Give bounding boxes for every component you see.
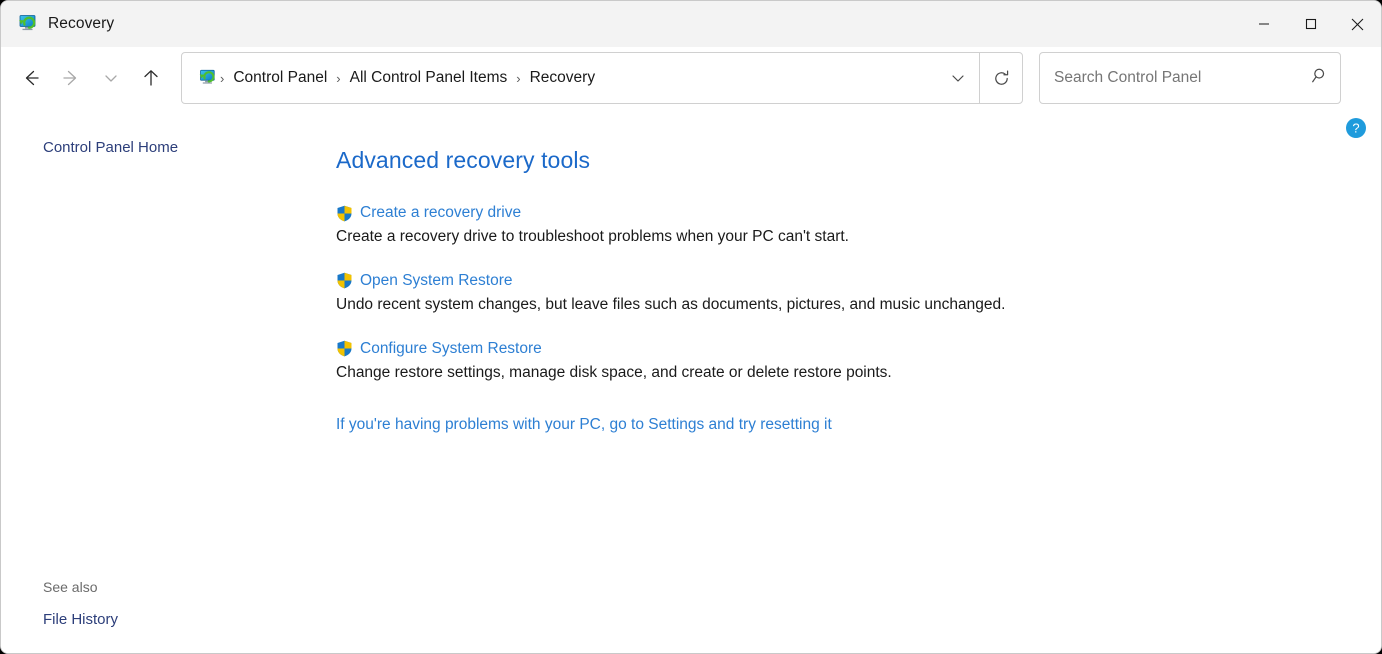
- sidebar: Control Panel Home See also File History: [1, 109, 323, 654]
- task-configure-system-restore: Configure System Restore Change restore …: [336, 340, 1381, 384]
- link-open-system-restore[interactable]: Open System Restore: [360, 272, 512, 290]
- address-bar-buttons: [937, 53, 1022, 103]
- forward-button[interactable]: [51, 58, 91, 98]
- history-dropdown-button[interactable]: [937, 53, 979, 103]
- back-arrow-icon: [20, 67, 42, 89]
- task-description: Undo recent system changes, but leave fi…: [336, 295, 1381, 316]
- link-reset-pc-settings[interactable]: If you're having problems with your PC, …: [336, 416, 1381, 434]
- breadcrumb-separator-1: ›: [333, 71, 343, 86]
- recovery-window: Recovery: [0, 0, 1382, 654]
- search-icon[interactable]: [1311, 66, 1330, 90]
- close-icon: [1351, 18, 1364, 31]
- breadcrumb-separator-2: ›: [513, 71, 523, 86]
- sidebar-item-control-panel-home[interactable]: Control Panel Home: [43, 139, 178, 156]
- address-bar[interactable]: › Control Panel › All Control Panel Item…: [181, 52, 1023, 104]
- link-configure-system-restore[interactable]: Configure System Restore: [360, 340, 542, 358]
- content-area: Control Panel Home See also File History…: [1, 109, 1381, 654]
- address-bar-recovery-icon: [195, 67, 217, 89]
- search-input[interactable]: [1054, 69, 1311, 87]
- chevron-down-icon: [102, 69, 120, 87]
- title-bar: Recovery: [1, 1, 1381, 47]
- page-title: Advanced recovery tools: [336, 147, 1381, 174]
- navigation-toolbar: › Control Panel › All Control Panel Item…: [1, 47, 1381, 109]
- recovery-icon: [14, 12, 38, 36]
- back-button[interactable]: [11, 58, 51, 98]
- breadcrumb-item-control-panel[interactable]: Control Panel: [227, 53, 333, 103]
- svg-text:?: ?: [1352, 121, 1359, 136]
- search-box[interactable]: [1039, 52, 1341, 104]
- see-also-section: See also File History: [43, 579, 118, 629]
- main-content: ? Advanced recovery tools Create a recov…: [323, 109, 1381, 654]
- task-description: Change restore settings, manage disk spa…: [336, 363, 1381, 384]
- maximize-icon: [1305, 18, 1317, 30]
- task-link-row: Configure System Restore: [336, 340, 1381, 358]
- task-open-system-restore: Open System Restore Undo recent system c…: [336, 272, 1381, 316]
- uac-shield-icon: [336, 272, 353, 289]
- title-bar-left: Recovery: [1, 12, 114, 36]
- close-button[interactable]: [1334, 1, 1381, 47]
- help-button[interactable]: ?: [1345, 117, 1367, 139]
- uac-shield-icon: [336, 340, 353, 357]
- task-description: Create a recovery drive to troubleshoot …: [336, 227, 1381, 248]
- breadcrumb-separator-0: ›: [217, 71, 227, 86]
- help-icon: ?: [1345, 117, 1367, 139]
- refresh-button[interactable]: [980, 53, 1022, 103]
- window-title: Recovery: [48, 15, 114, 33]
- breadcrumb: › Control Panel › All Control Panel Item…: [217, 53, 937, 103]
- forward-arrow-icon: [60, 67, 82, 89]
- recent-locations-button[interactable]: [91, 58, 131, 98]
- minimize-button[interactable]: [1240, 1, 1287, 47]
- uac-shield-icon: [336, 205, 353, 222]
- link-create-a-recovery-drive[interactable]: Create a recovery drive: [360, 204, 521, 222]
- minimize-icon: [1258, 18, 1270, 30]
- up-arrow-icon: [140, 67, 162, 89]
- maximize-button[interactable]: [1287, 1, 1334, 47]
- sidebar-item-file-history[interactable]: File History: [43, 611, 118, 628]
- refresh-icon: [992, 69, 1011, 88]
- breadcrumb-item-all-control-panel-items[interactable]: All Control Panel Items: [344, 53, 514, 103]
- breadcrumb-item-recovery[interactable]: Recovery: [524, 53, 601, 103]
- caption-buttons: [1240, 1, 1381, 47]
- chevron-down-icon: [949, 69, 967, 87]
- see-also-label: See also: [43, 579, 118, 595]
- task-link-row: Open System Restore: [336, 272, 1381, 290]
- task-link-row: Create a recovery drive: [336, 204, 1381, 222]
- task-create-recovery-drive: Create a recovery drive Create a recover…: [336, 204, 1381, 248]
- up-button[interactable]: [131, 58, 171, 98]
